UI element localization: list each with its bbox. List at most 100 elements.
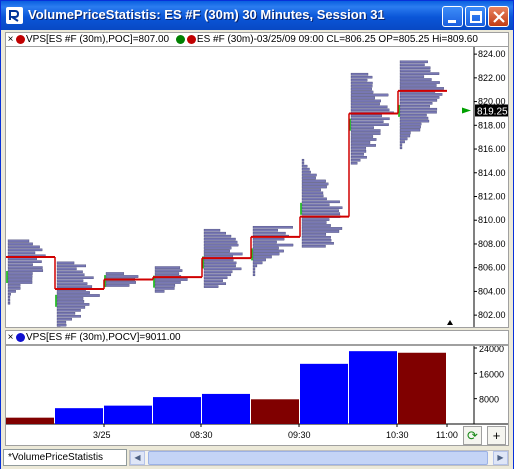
volume-profile-row (301, 209, 339, 212)
volume-chart[interactable]: 24000 16000 8000 3/25 08:30 09:30 10:30 11:00 (6, 344, 508, 445)
volume-profile-row (399, 131, 411, 135)
volume-profile-row (203, 231, 226, 235)
volume-profile-row (56, 270, 83, 274)
volume-profile-row (301, 170, 311, 174)
volume-profile-row (350, 144, 376, 147)
volume-profile-row (7, 272, 33, 275)
price-panel-close-icon[interactable]: × (6, 33, 15, 46)
volume-profile-row (7, 287, 21, 290)
volume-profile-row (399, 119, 430, 123)
volume-profile-row (7, 275, 33, 278)
volume-profile-row (252, 255, 272, 259)
horizontal-scrollbar[interactable]: ◀ ▶ (129, 450, 509, 466)
volume-profile-row (350, 90, 374, 94)
volume-profile-row (350, 117, 390, 121)
scroll-left-icon[interactable]: ◀ (130, 451, 145, 465)
pocv-indicator-label: VPS[ES #F (30m),POCV]=9011.00 (26, 332, 181, 343)
price-tick-label: 812.00 (478, 191, 506, 201)
volume-profile-row (399, 72, 440, 75)
price-chart[interactable]: 824.00822.00820.00818.00816.00814.00812.… (6, 47, 509, 330)
price-tick-label: 804.00 (478, 286, 506, 296)
close-icon (493, 11, 505, 23)
volume-profile-row (350, 158, 361, 162)
volume-profile-row (203, 249, 230, 253)
volume-profile-row (350, 75, 373, 79)
volume-profile-row (203, 267, 242, 271)
volume-profile-row (56, 306, 86, 309)
volume-profile-row (252, 243, 294, 247)
volume-bar (398, 352, 446, 424)
volume-profile-row (154, 290, 165, 293)
volume-profile-row (350, 81, 373, 85)
volume-profile-row (399, 87, 444, 90)
volume-profile-row (105, 272, 125, 275)
volume-profile-row (203, 252, 243, 256)
volume-profile-row (301, 236, 331, 239)
price-chart-panel[interactable]: 824.00 822.00 820.00 818.00 816.00 814.00 812.… (5, 46, 509, 330)
volume-profile-row (350, 129, 381, 132)
volume-profile-row (154, 266, 181, 269)
volume-profile-row (7, 239, 30, 243)
volume-profile-row (203, 228, 221, 232)
volume-profile-row (203, 234, 232, 238)
volume-tick-label: 24000 (479, 346, 504, 354)
volume-profile-row (350, 84, 373, 88)
add-button[interactable]: + (487, 426, 506, 445)
volume-profile-row (350, 141, 371, 144)
refresh-button[interactable]: ⟳ (463, 426, 482, 445)
volume-profile-row (399, 128, 421, 132)
volume-profile-row (301, 179, 326, 183)
volume-profile-row (7, 245, 40, 249)
volume-profile-row (203, 282, 227, 285)
title-bar[interactable]: VolumePriceStatistis: ES #F (30m) 30 Min… (1, 1, 513, 30)
volume-profile-row (56, 297, 84, 300)
scroll-thumb[interactable] (148, 451, 488, 465)
volume-profile-row (399, 143, 403, 147)
series-dot-red-icon[interactable] (186, 35, 196, 44)
volume-profile-row (399, 96, 440, 99)
volume-profile-row (203, 279, 223, 282)
volume-profile-row (350, 153, 364, 156)
volume-profile-row (301, 212, 341, 215)
volume-profile-row (7, 242, 33, 246)
volume-profile-row (56, 264, 87, 268)
volume-profile-row (7, 248, 43, 252)
series-dot-green-icon[interactable] (175, 35, 185, 44)
price-panel-header: × VPS[ES #F (30m),POC]=807.00 ES #F (30m)… (5, 32, 509, 47)
volume-profile-row (301, 182, 329, 186)
volume-profile-row (154, 284, 176, 287)
volume-chart-panel[interactable]: 24000 16000 8000 3/25 08:30 09:30 10:30 11:00 (5, 344, 509, 446)
volume-profile-row (350, 105, 388, 109)
volume-profile-row (399, 110, 437, 114)
scroll-right-icon[interactable]: ▶ (493, 451, 508, 465)
maximize-button[interactable] (465, 6, 486, 27)
volume-profile-row (252, 273, 256, 277)
volume-profile-row (399, 78, 432, 81)
volume-profile-row (301, 230, 340, 233)
volume-profile-row (301, 200, 340, 204)
volume-indicator-dot-icon[interactable] (16, 333, 25, 342)
document-tab[interactable]: *VolumePriceStatistis (3, 449, 127, 466)
volume-bar (55, 408, 103, 424)
volume-profile-row (56, 317, 72, 321)
volume-profile-row (350, 99, 381, 103)
volume-profile-row (301, 191, 324, 195)
volume-profile-row (154, 272, 180, 275)
volume-profile-row (399, 99, 438, 102)
volume-profile-row (350, 132, 381, 135)
volume-bar (153, 397, 201, 424)
volume-profile-row (252, 249, 284, 253)
bottom-bar: *VolumePriceStatistis ◀ ▶ (1, 447, 513, 469)
volume-panel-close-icon[interactable]: × (6, 331, 15, 344)
minimize-button[interactable] (442, 6, 463, 27)
volume-profile-row (203, 243, 239, 247)
close-button[interactable] (488, 6, 509, 27)
volume-profile-row (399, 107, 438, 111)
volume-profile-row (399, 134, 411, 138)
volume-profile-row (7, 301, 11, 305)
time-tick-label: 09:30 (288, 430, 311, 440)
volume-profile-row (56, 276, 94, 280)
volume-profile-row (399, 84, 437, 87)
volume-profile-row (350, 72, 369, 76)
indicator-dot-icon[interactable] (16, 35, 25, 44)
